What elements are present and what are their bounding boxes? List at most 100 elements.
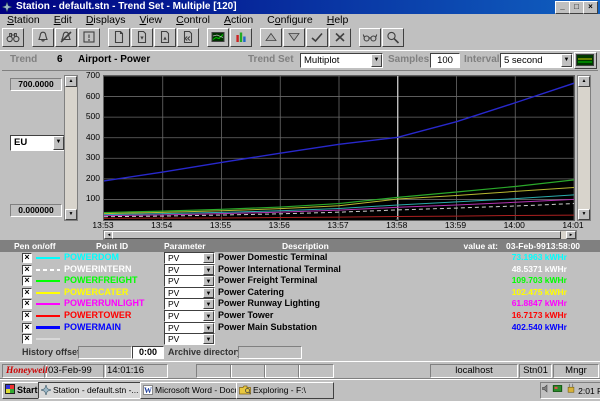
page-icon[interactable] <box>108 28 130 47</box>
glasses-icon[interactable] <box>359 28 381 47</box>
trend-plot-svg[interactable] <box>104 76 574 220</box>
title-bar[interactable]: Station - default.stn - Trend Set - Mult… <box>0 0 600 14</box>
network-icon[interactable] <box>552 383 563 394</box>
point-id[interactable]: POWERCATER <box>64 287 162 298</box>
trend-set-select[interactable]: Multiplot ▼ <box>300 53 383 68</box>
point-id[interactable]: POWERDOM <box>64 252 162 263</box>
cursor-marker-icon[interactable]: ▲ <box>394 217 400 223</box>
chevron-down-icon[interactable]: ▼ <box>53 136 64 150</box>
pen-checkbox[interactable]: × <box>22 276 32 286</box>
chevron-down-icon[interactable]: ▼ <box>203 311 214 321</box>
menu-control[interactable]: Control <box>169 14 217 27</box>
pen-checkbox[interactable]: × <box>22 323 32 333</box>
point-description: Power Freight Terminal <box>218 275 418 286</box>
zoom-icon[interactable] <box>382 28 404 47</box>
pen-checkbox[interactable]: × <box>22 288 32 298</box>
chevron-down-icon[interactable]: ▼ <box>371 54 382 67</box>
y-tick-label: 600 <box>72 91 100 101</box>
bell-icon[interactable] <box>32 28 54 47</box>
menu-help[interactable]: Help <box>320 14 356 27</box>
close-button[interactable]: × <box>583 1 598 14</box>
accept-icon[interactable] <box>306 28 328 47</box>
minimize-button[interactable]: _ <box>555 1 570 14</box>
point-id[interactable]: POWERINTERN <box>64 264 162 275</box>
pen-checkbox[interactable]: × <box>22 265 32 275</box>
chart-vertical-scrollbar[interactable]: ▲ ▼ <box>577 75 591 221</box>
trend-display-icon[interactable] <box>207 28 229 47</box>
binoculars-icon[interactable] <box>2 28 24 47</box>
menu-action[interactable]: Action <box>217 14 260 27</box>
scroll-down-icon[interactable]: ▼ <box>578 209 590 220</box>
y-tick-label: 100 <box>72 193 100 203</box>
point-id[interactable]: POWERFREIGHT <box>64 275 162 286</box>
restore-button[interactable]: □ <box>569 1 584 14</box>
chevron-down-icon[interactable]: ▼ <box>203 265 214 275</box>
chevron-down-icon[interactable]: ▼ <box>203 276 214 286</box>
pen-checkbox[interactable]: × <box>22 253 32 263</box>
parameter-select[interactable]: PV▼ <box>164 333 215 345</box>
tray-clock[interactable]: 2:01 PM <box>578 386 600 396</box>
eu-units-select[interactable]: EU ▼ <box>10 135 65 151</box>
parameter-select[interactable]: PV▼ <box>164 264 215 276</box>
archive-directory-field[interactable] <box>238 346 302 359</box>
scroll-up-icon[interactable]: ▲ <box>578 76 590 87</box>
parameter-select[interactable]: PV▼ <box>164 252 215 264</box>
task-button[interactable]: Station - default.stn -... <box>38 382 142 399</box>
system-tray[interactable]: 2:01 PM <box>540 382 600 399</box>
page-down-icon[interactable] <box>131 28 153 47</box>
pen-checkbox[interactable]: × <box>22 299 32 309</box>
parameter-select[interactable]: PV▼ <box>164 275 215 287</box>
point-id[interactable]: POWERMAIN <box>64 322 162 333</box>
power-plug-icon[interactable] <box>566 383 576 394</box>
point-id[interactable]: POWERRUNLIGHT <box>64 298 162 309</box>
menu-edit[interactable]: Edit <box>47 14 79 27</box>
lower-icon[interactable] <box>283 28 305 47</box>
alarm-message-icon[interactable] <box>78 28 100 47</box>
pen-checkbox[interactable]: × <box>22 334 32 344</box>
point-value: 61.8847 kWHr <box>420 298 567 309</box>
x-tick-label: 13:55 <box>201 220 241 230</box>
menu-configure[interactable]: Configure <box>260 14 320 27</box>
scrollbar-thumb[interactable] <box>112 231 561 239</box>
raise-icon[interactable] <box>260 28 282 47</box>
page-repeat-icon[interactable] <box>177 28 199 47</box>
pen-row: × POWERFREIGHT PV▼ Power Freight Termina… <box>0 275 600 286</box>
chevron-down-icon[interactable]: ▼ <box>203 334 214 344</box>
chevron-down-icon[interactable]: ▼ <box>203 299 214 309</box>
scale-max-field[interactable]: 700.0000 <box>10 78 62 91</box>
cancel-icon[interactable] <box>329 28 351 47</box>
samples-input[interactable]: 100 <box>430 53 460 68</box>
scroll-right-icon[interactable]: ► <box>566 231 576 239</box>
time-scrollbar[interactable]: ◄ ► <box>103 230 577 240</box>
start-button[interactable]: Start <box>2 382 40 399</box>
history-offset-field[interactable] <box>78 346 132 359</box>
point-id[interactable]: POWERTOWER <box>64 310 162 321</box>
chevron-down-icon[interactable]: ▼ <box>203 253 214 263</box>
trend-quick-button[interactable] <box>574 52 597 69</box>
chevron-down-icon[interactable]: ▼ <box>561 54 572 67</box>
task-button[interactable]: Exploring - F:\ <box>236 382 334 399</box>
scroll-down-icon[interactable]: ▼ <box>65 209 77 220</box>
scale-min-field[interactable]: 0.000000 <box>10 204 62 217</box>
group-display-icon[interactable] <box>230 28 252 47</box>
pen-line-sample <box>36 280 60 282</box>
menu-station[interactable]: Station <box>0 14 47 27</box>
parameter-select[interactable]: PV▼ <box>164 310 215 322</box>
history-offset-time-field[interactable]: 0:00 <box>132 346 164 359</box>
chevron-down-icon[interactable]: ▼ <box>203 288 214 298</box>
point-value: 73.1963 kWHr <box>420 252 567 263</box>
pen-row: × POWERCATER PV▼ Power Catering 102.475 … <box>0 287 600 298</box>
parameter-select[interactable]: PV▼ <box>164 298 215 310</box>
parameter-select[interactable]: PV▼ <box>164 322 215 334</box>
bell-cancel-icon[interactable] <box>55 28 77 47</box>
page-up-icon[interactable] <box>154 28 176 47</box>
volume-icon[interactable] <box>541 383 550 394</box>
chevron-down-icon[interactable]: ▼ <box>203 323 214 333</box>
trend-plot[interactable] <box>103 75 575 221</box>
menu-view[interactable]: View <box>133 14 170 27</box>
pen-checkbox[interactable]: × <box>22 311 32 321</box>
parameter-select[interactable]: PV▼ <box>164 287 215 299</box>
menu-displays[interactable]: Displays <box>79 14 133 27</box>
interval-select[interactable]: 5 second ▼ <box>500 53 573 68</box>
task-button[interactable]: WMicrosoft Word - Document5 <box>140 382 238 399</box>
